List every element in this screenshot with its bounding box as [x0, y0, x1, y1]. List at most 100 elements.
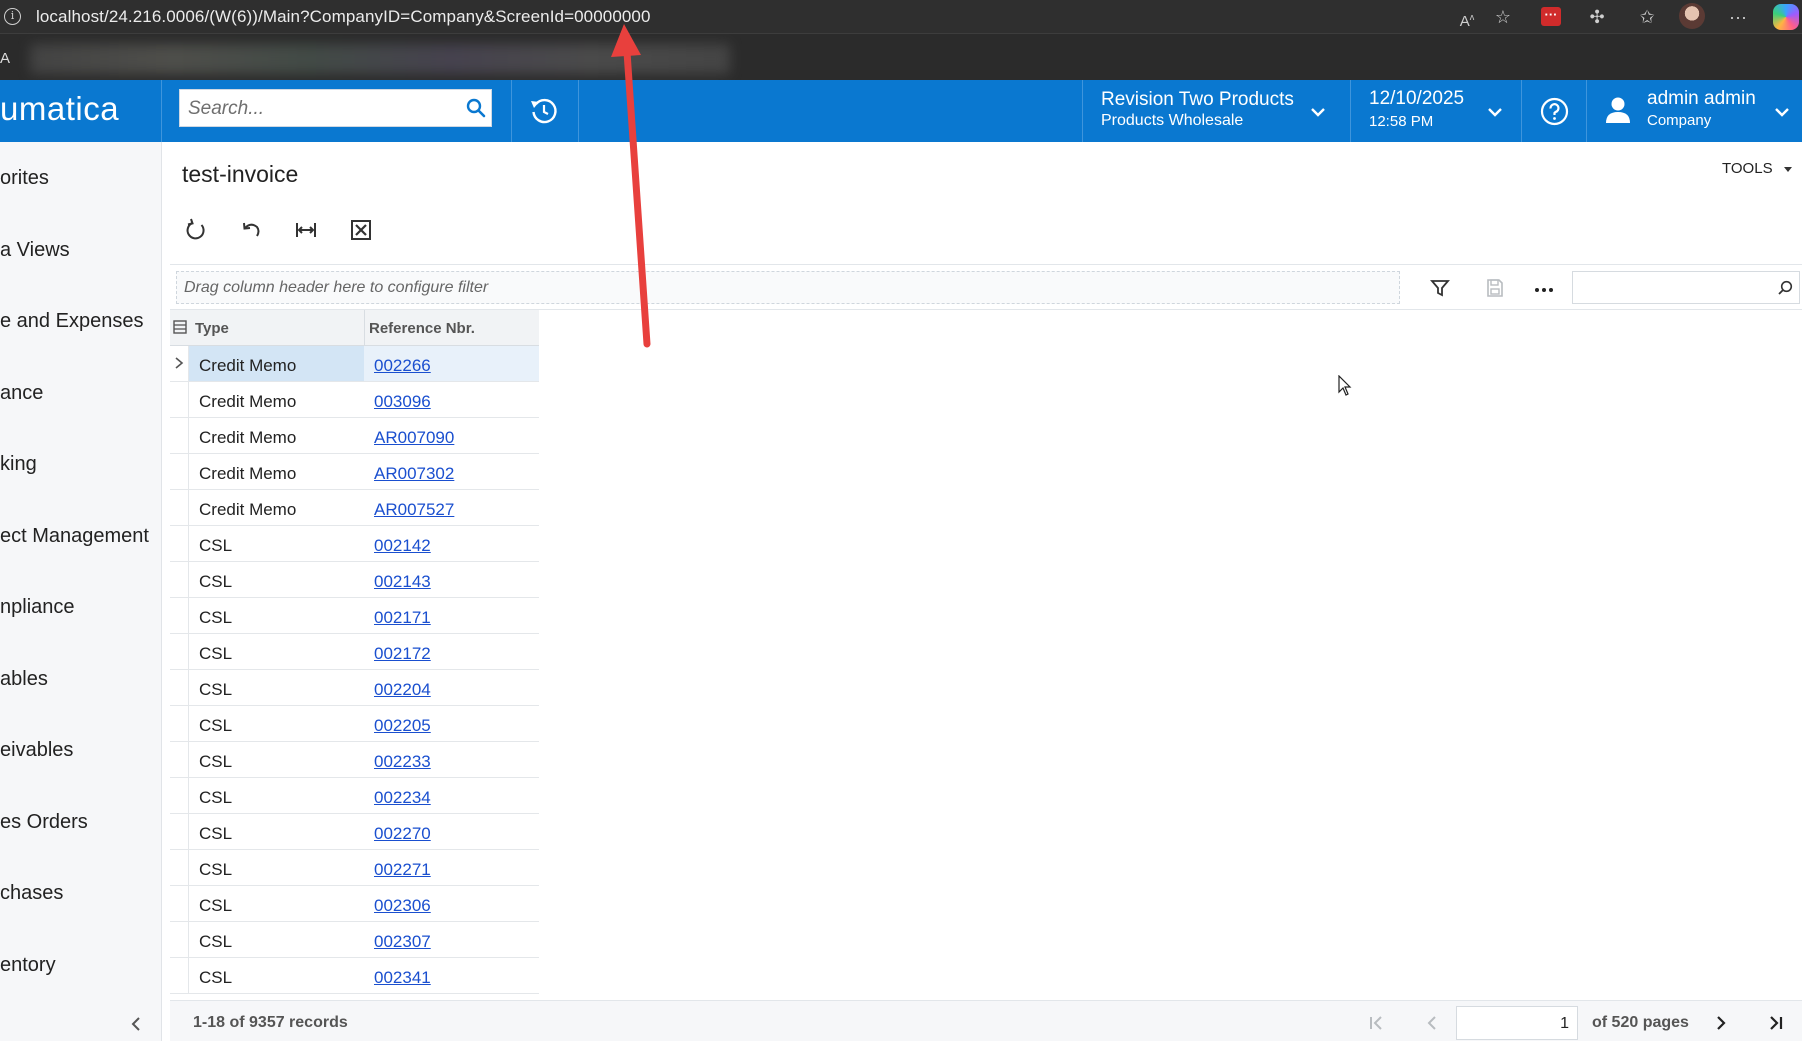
cell-type[interactable]: CSL [189, 958, 364, 993]
sidebar-item-time-and-expenses[interactable]: e and Expenses [0, 310, 143, 333]
extension-red-icon[interactable]: ··· [1541, 7, 1561, 26]
profile-avatar[interactable] [1679, 3, 1705, 29]
user-menu[interactable]: admin admin Company [1587, 80, 1802, 142]
reference-link[interactable]: 002142 [374, 536, 431, 555]
cell-reference-nbr[interactable]: 002266 [364, 346, 539, 381]
sidebar-item-receivables[interactable]: eivables [0, 739, 73, 762]
reference-link[interactable]: 002234 [374, 788, 431, 807]
cell-type[interactable]: CSL [189, 634, 364, 669]
reference-link[interactable]: 002233 [374, 752, 431, 771]
row-selector[interactable] [170, 670, 189, 705]
cell-reference-nbr[interactable]: 002143 [364, 562, 539, 597]
sidebar-item-data-views[interactable]: a Views [0, 239, 70, 262]
table-row[interactable]: CSL 002270 [170, 814, 539, 850]
cell-reference-nbr[interactable]: 002306 [364, 886, 539, 921]
sidebar-item-banking[interactable]: king [0, 453, 37, 476]
table-row[interactable]: CSL 002204 [170, 670, 539, 706]
cell-reference-nbr[interactable]: 003096 [364, 382, 539, 417]
company-branch-selector[interactable]: Revision Two Products Products Wholesale [1082, 80, 1350, 142]
row-selector[interactable] [170, 526, 189, 561]
site-info-icon[interactable]: i [4, 8, 21, 25]
sidebar-item-purchases[interactable]: chases [0, 882, 63, 905]
cell-type[interactable]: CSL [189, 706, 364, 741]
reference-link[interactable]: AR007090 [374, 428, 454, 447]
row-selector[interactable] [170, 598, 189, 633]
cell-reference-nbr[interactable]: 002204 [364, 670, 539, 705]
reference-link[interactable]: 002172 [374, 644, 431, 663]
cell-reference-nbr[interactable]: 002270 [364, 814, 539, 849]
row-selector[interactable] [170, 490, 189, 525]
table-row[interactable]: CSL 002142 [170, 526, 539, 562]
sidebar-item-finance[interactable]: ance [0, 382, 43, 405]
grid-search-input[interactable] [1572, 271, 1800, 304]
cell-type[interactable]: Credit Memo [189, 382, 364, 417]
table-row[interactable]: Credit Memo 002266 [170, 346, 539, 382]
cell-reference-nbr[interactable]: AR007302 [364, 454, 539, 489]
more-menu-icon[interactable]: ··· [1726, 6, 1750, 28]
row-selector[interactable] [170, 922, 189, 957]
sidebar-item-sales-orders[interactable]: es Orders [0, 811, 88, 834]
table-row[interactable]: CSL 002171 [170, 598, 539, 634]
column-config-icon[interactable] [173, 320, 187, 334]
reference-link[interactable]: AR007527 [374, 500, 454, 519]
cell-type[interactable]: CSL [189, 742, 364, 777]
row-selector[interactable] [170, 850, 189, 885]
next-page-icon[interactable] [1711, 1013, 1731, 1033]
reference-link[interactable]: 003096 [374, 392, 431, 411]
reference-link[interactable]: 002270 [374, 824, 431, 843]
table-row[interactable]: Credit Memo AR007090 [170, 418, 539, 454]
row-selector[interactable] [170, 418, 189, 453]
row-selector[interactable] [170, 634, 189, 669]
undo-icon[interactable] [238, 217, 264, 243]
row-selector[interactable] [170, 814, 189, 849]
reference-link[interactable]: 002266 [374, 356, 431, 375]
search-icon[interactable] [1777, 280, 1793, 296]
browser-address-bar[interactable]: i localhost/24.216.0006/(W(6))/Main?Comp… [0, 0, 1802, 34]
reference-link[interactable]: 002171 [374, 608, 431, 627]
cell-type[interactable]: Credit Memo [189, 454, 364, 489]
reference-link[interactable]: 002143 [374, 572, 431, 591]
reference-link[interactable]: 002306 [374, 896, 431, 915]
sidebar-item-payables[interactable]: ables [0, 668, 48, 691]
row-selector[interactable] [170, 778, 189, 813]
copilot-icon[interactable] [1773, 4, 1799, 30]
chevron-down-icon[interactable] [1487, 107, 1503, 117]
table-row[interactable]: CSL 002341 [170, 958, 539, 994]
cell-type[interactable]: CSL [189, 850, 364, 885]
table-row[interactable]: CSL 002143 [170, 562, 539, 598]
table-row[interactable]: CSL 002306 [170, 886, 539, 922]
table-row[interactable]: CSL 002271 [170, 850, 539, 886]
export-excel-icon[interactable] [348, 217, 374, 243]
cell-type[interactable]: CSL [189, 922, 364, 957]
row-selector[interactable] [170, 562, 189, 597]
reference-link[interactable]: 002307 [374, 932, 431, 951]
row-selector[interactable] [170, 958, 189, 993]
business-date-selector[interactable]: 12/10/2025 12:58 PM [1350, 80, 1521, 142]
cell-type[interactable]: CSL [189, 778, 364, 813]
reference-link[interactable]: 002341 [374, 968, 431, 987]
cell-type[interactable]: Credit Memo [189, 490, 364, 525]
row-selector[interactable] [170, 454, 189, 489]
first-page-icon[interactable] [1367, 1013, 1387, 1033]
cell-reference-nbr[interactable]: 002234 [364, 778, 539, 813]
page-number-input[interactable]: 1 [1456, 1006, 1578, 1040]
table-row[interactable]: CSL 002233 [170, 742, 539, 778]
address-url[interactable]: localhost/24.216.0006/(W(6))/Main?Compan… [36, 7, 651, 27]
row-selector[interactable] [170, 382, 189, 417]
table-row[interactable]: CSL 002307 [170, 922, 539, 958]
history-icon[interactable] [528, 95, 560, 127]
cell-reference-nbr[interactable]: 002205 [364, 706, 539, 741]
reference-link[interactable]: 002204 [374, 680, 431, 699]
table-row[interactable]: Credit Memo 003096 [170, 382, 539, 418]
refresh-icon[interactable] [183, 217, 209, 243]
cell-type[interactable]: CSL [189, 562, 364, 597]
cell-reference-nbr[interactable]: 002142 [364, 526, 539, 561]
favorites-list-icon[interactable]: ✩ [1635, 6, 1659, 28]
help-icon[interactable] [1540, 97, 1569, 126]
last-page-icon[interactable] [1766, 1013, 1786, 1033]
row-selector[interactable] [170, 706, 189, 741]
chevron-down-icon[interactable] [1310, 107, 1326, 117]
filter-drop-zone[interactable]: Drag column header here to configure fil… [176, 271, 1400, 304]
column-header-type[interactable]: Type [195, 320, 229, 337]
read-aloud-icon[interactable]: Aʌ [1455, 6, 1479, 30]
